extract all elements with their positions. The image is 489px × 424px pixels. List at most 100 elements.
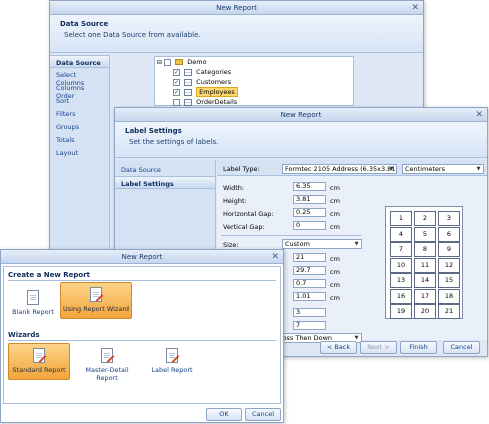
tree-item[interactable]: OrderDetails [173,98,237,107]
unit-label: cm [330,255,340,263]
folder-icon [175,59,184,65]
nav-item-data-source[interactable]: Data Source [115,163,215,176]
label-cell: 3 [438,211,460,226]
window-title: New Report [216,4,257,12]
nav-item-select-columns[interactable]: Select Columns [50,68,109,87]
label-cell: 19 [390,304,412,319]
label-cell: 14 [414,273,436,288]
wizard-document-icon [90,287,104,302]
label-type-label: Label Type: [223,165,260,173]
standard-report-button[interactable]: Standard Report [8,343,70,380]
report-document-icon [101,348,115,363]
rows-field[interactable]: 7 [293,321,326,330]
nav-item-totals[interactable]: Totals [50,133,109,146]
label-report-button[interactable]: Label Report [146,345,198,381]
nav-item-layout[interactable]: Layout [50,146,109,159]
blank-document-icon [27,290,39,305]
chevron-down-icon: ▼ [354,241,359,247]
horizontal-gap-field[interactable]: 0.25 [293,208,326,217]
checkbox-root[interactable] [164,58,172,66]
gallery-area: Create a New Report Blank Report Using R… [3,266,281,404]
using-report-wizard-label: Using Report Wizard [62,305,130,313]
blank-report-button[interactable]: Blank Report [10,287,56,323]
checkbox-customers[interactable]: ✓ [173,78,180,86]
tree-item[interactable]: ✓ Customers [173,78,231,87]
columns-field[interactable]: 3 [293,308,326,317]
size-select[interactable]: Custom ▼ [282,239,362,249]
label-cell: 1 [390,211,412,226]
size-label: Size: [223,241,239,249]
collapse-icon[interactable]: ⊟ [157,59,162,66]
next-button[interactable]: Next > [360,341,397,354]
vertical-gap-label: Vertical Gap: [223,223,265,231]
label-type-select[interactable]: Formtec 2105 Address (6.35x3.81) ▼ [282,164,397,174]
label-cell: 2 [414,211,436,226]
label-cell: 12 [438,257,460,273]
new-report-window-gallery: New Report ✕ Create a New Report Blank R… [0,249,284,423]
tree-item[interactable]: ✓ Categories [173,68,231,77]
tree-item-label: OrderDetails [196,98,238,106]
create-heading: Create a New Report [8,271,91,279]
step-description: Set the settings of labels. [129,138,219,146]
label-preview-grid: 1 2 3 4 5 6 7 8 9 10 11 12 13 14 15 16 17 18 19 20 21 [385,206,463,319]
unit-label: cm [330,268,340,276]
checkbox-employees[interactable]: ✓ [173,88,180,96]
finish-button[interactable]: Finish [400,341,437,354]
cancel-button[interactable]: Cancel [443,341,480,354]
label-cell: 13 [390,273,412,288]
wizards-heading: Wizards [8,331,40,339]
height-field[interactable]: 3.81 [293,195,326,204]
unit-label: cm [330,184,340,192]
window-titlebar: New Report ✕ [115,108,487,122]
nav-item-groups[interactable]: Groups [50,120,109,133]
width-field[interactable]: 6.35 [293,182,326,191]
step-title: Data Source [60,20,109,28]
datasource-tree: ⊟ Demo ✓ Categories ✓ Customers ✓ Employ… [154,56,354,106]
master-detail-report-button[interactable]: Master-Detail Report [76,345,138,382]
close-icon[interactable]: ✕ [271,250,279,264]
label-cell: 5 [414,226,436,242]
margin-field[interactable]: 1.01 [293,292,326,301]
divider [221,235,361,236]
label-cell: 17 [414,288,436,304]
nav-item-data-source[interactable]: Data Source [50,55,109,68]
tree-item-selected[interactable]: ✓ Employees [173,87,238,97]
label-report-label: Label Report [151,366,193,374]
tree-item-label: Customers [196,78,232,86]
nav-item-filters[interactable]: Filters [50,107,109,120]
nav-item-label-settings[interactable]: Label Settings [115,176,215,189]
step-header: Data Source Select one Data Source from … [50,15,423,53]
step-description: Select one Data Source from available. [64,31,201,39]
using-report-wizard-button[interactable]: Using Report Wizard [60,282,132,319]
checkbox-orderdetails[interactable] [173,98,180,106]
cancel-button[interactable]: Cancel [245,408,281,421]
horizontal-gap-label: Horizontal Gap: [223,210,274,218]
units-select[interactable]: Centimeters ▼ [402,164,484,174]
standard-report-label: Standard Report [12,366,66,374]
size-value: Custom [285,240,310,248]
step-title: Label Settings [125,127,182,135]
unit-label: cm [330,197,340,205]
label-cell: 15 [438,273,460,288]
wizard-steps-nav: Data Source Select Columns Columns Order… [50,55,110,261]
report-document-icon [166,348,180,363]
label-type-value: Formtec 2105 Address (6.35x3.81) [285,165,397,173]
close-icon[interactable]: ✕ [411,1,419,15]
page-height-field[interactable]: 29.7 [293,266,326,275]
margin-field[interactable]: 0.7 [293,279,326,288]
close-icon[interactable]: ✕ [475,108,483,122]
divider [8,340,276,341]
page-width-field[interactable]: 21 [293,253,326,262]
checkbox-categories[interactable]: ✓ [173,68,180,76]
report-document-icon [33,348,47,363]
tree-item-label: Categories [196,68,232,76]
tree-root[interactable]: ⊟ Demo [157,58,207,67]
back-button[interactable]: < Back [320,341,357,354]
unit-label: cm [330,294,340,302]
divider [8,280,276,281]
label-cell: 18 [438,288,460,304]
vertical-gap-field[interactable]: 0 [293,221,326,230]
label-cell: 10 [390,257,412,273]
chevron-down-icon: ▼ [389,166,394,172]
ok-button[interactable]: OK [206,408,242,421]
